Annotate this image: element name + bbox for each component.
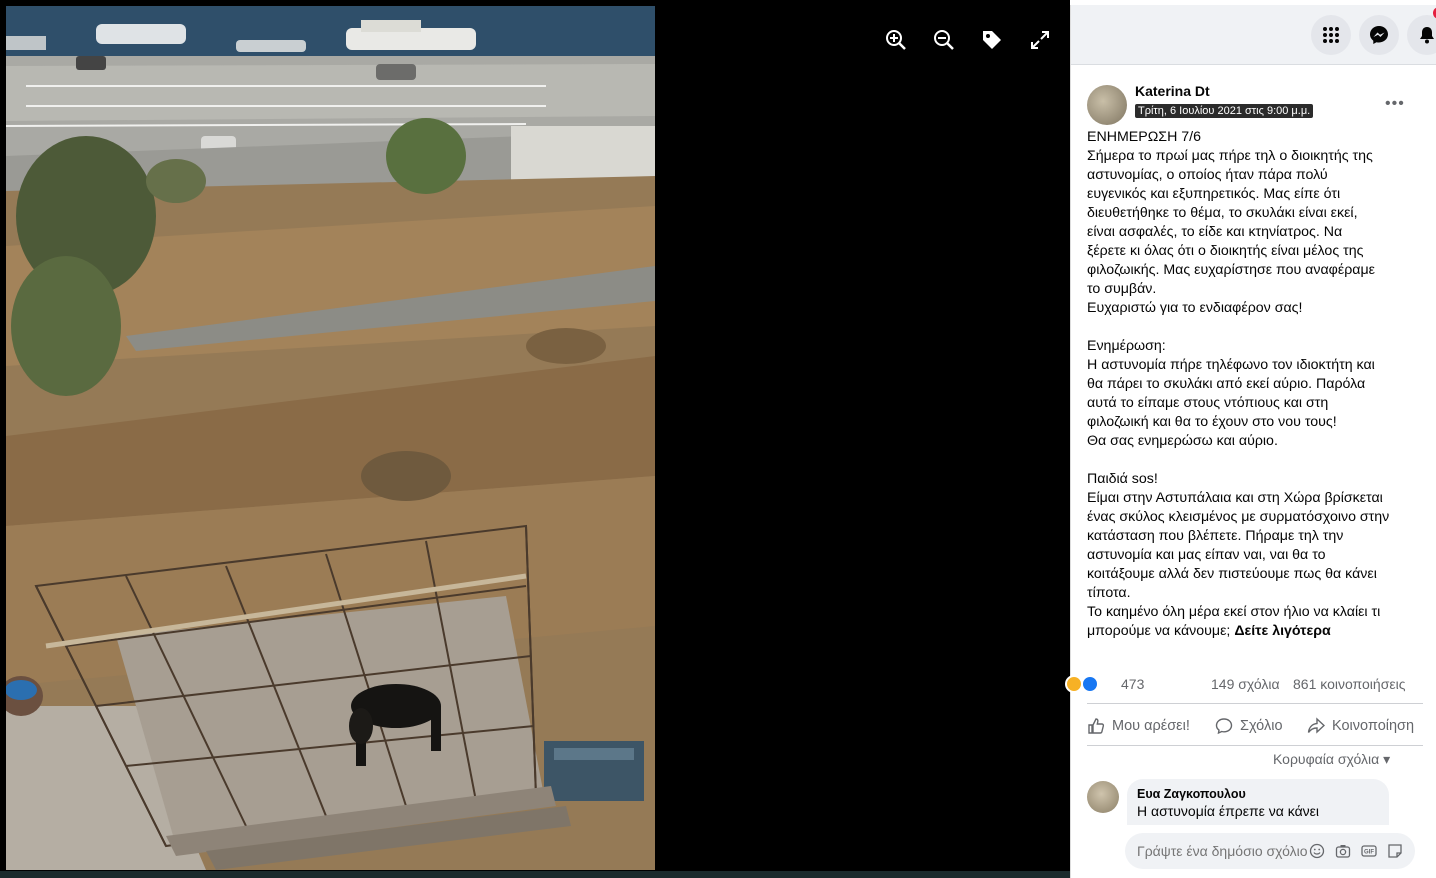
post-line: το συμβάν.: [1087, 281, 1157, 297]
tag-icon: [983, 31, 1001, 49]
photo-viewer: [0, 0, 1070, 878]
post-line: κοιτάξουμε αλλά δεν πιστεύουμε πως θα κά…: [1087, 566, 1377, 582]
comment-bubble: Ευα Ζαγκοπουλου Η αστυνομία έπρεπε να κά…: [1127, 779, 1389, 825]
camera-icon: [1335, 845, 1351, 858]
post-line: φιλοζωική και θα το έχουν στο νου τους!: [1087, 414, 1337, 430]
post-panel: Katerina Dt Τρίτη, 6 Ιουλίου 2021 στις 9…: [1065, 5, 1436, 878]
post-line: τίποτα.: [1087, 585, 1131, 601]
post-line: ένας σκύλος κλεισμένος με συρματόσχοινο …: [1087, 509, 1390, 525]
post-line: μπορούμε να κάνουμε;: [1087, 623, 1231, 639]
top-nav: [1071, 5, 1436, 65]
post-line: είναι ασφαλές, το είδε και κτηνίατρος. Ν…: [1087, 224, 1343, 240]
post-timestamp[interactable]: Τρίτη, 6 Ιουλίου 2021 στις 9:00 μ.μ.: [1135, 104, 1314, 118]
like-button[interactable]: Μου αρέσει!: [1087, 715, 1190, 737]
emoji-button[interactable]: [1309, 843, 1325, 859]
comment-input-box[interactable]: GIF: [1125, 833, 1415, 869]
share-count[interactable]: 861 κοινοποιήσεις: [1293, 676, 1405, 692]
photo-scene: [6, 6, 655, 870]
like-reaction-icon: [1081, 675, 1099, 693]
author-name[interactable]: Katerina Dt: [1135, 83, 1210, 99]
post-line: αστυνομία και μας είπαν ναι, ναι θα το: [1087, 547, 1326, 563]
zoom-in-button[interactable]: [884, 28, 908, 52]
taskbar-strip: [0, 871, 1070, 878]
more-options-button[interactable]: •••: [1385, 95, 1405, 113]
post-line: Θα σας ενημερώσω και αύριο.: [1087, 433, 1278, 449]
messenger-button[interactable]: [1359, 15, 1399, 55]
post-line: Είμαι στην Αστυπάλαια και στη Χώρα βρίσκ…: [1087, 490, 1383, 506]
post-line: ΕΝΗΜΕΡΩΣΗ 7/6: [1087, 129, 1201, 145]
reaction-count[interactable]: 473: [1121, 676, 1144, 692]
gif-button[interactable]: GIF: [1361, 843, 1377, 859]
divider: [1087, 745, 1423, 746]
post-line: Ευχαριστώ για το ενδιαφέρον σας!: [1087, 300, 1303, 316]
post-line: διευθετήθηκε το θέμα, το σκυλάκι είναι ε…: [1087, 205, 1358, 221]
photo-button[interactable]: [1335, 843, 1351, 859]
like-label: Μου αρέσει!: [1112, 718, 1190, 734]
comment-text: Η αστυνομία έπρεπε να κάνει: [1137, 803, 1320, 819]
post-line: φιλοζωικής. Μας ευχαρίστησε που αναφέραμ…: [1087, 262, 1375, 278]
bell-icon: [1420, 27, 1434, 44]
comment-sort-dropdown[interactable]: Κορυφαία σχόλια ▾: [1273, 751, 1390, 768]
post-line: αστυνομίας, ο οποίος ήταν πάρα πολύ: [1087, 167, 1328, 183]
svg-text:GIF: GIF: [1364, 850, 1374, 856]
author-avatar[interactable]: [1087, 85, 1127, 125]
emoji-icon: [1309, 843, 1325, 859]
see-less-link[interactable]: Δείτε λιγότερα: [1234, 623, 1330, 639]
share-icon: [1307, 717, 1325, 734]
fullscreen-button[interactable]: [1028, 28, 1052, 52]
comment-icon: [1215, 718, 1233, 735]
sticker-button[interactable]: [1387, 843, 1403, 859]
comment-author[interactable]: Ευα Ζαγκοπουλου: [1137, 787, 1246, 801]
tag-button[interactable]: [980, 28, 1004, 52]
post-line: [1087, 318, 1423, 337]
fullscreen-icon: [1031, 31, 1049, 49]
post-line: Ενημέρωση:: [1087, 338, 1166, 354]
comment-count[interactable]: 149 σχόλια: [1211, 676, 1280, 692]
zoom-out-button[interactable]: [932, 28, 956, 52]
post-line: Η αστυνομία πήρε τηλέφωνο τον ιδιοκτήτη …: [1087, 357, 1375, 373]
comment-button[interactable]: Σχόλιο: [1215, 715, 1283, 737]
post-text: ΕΝΗΜΕΡΩΣΗ 7/6 Σήμερα το πρωί μας πήρε τη…: [1087, 128, 1423, 641]
menu-button[interactable]: [1311, 15, 1351, 55]
post-line: Το καημένο όλη μέρα εκεί στον ήλιο να κλ…: [1087, 604, 1381, 620]
reaction-summary[interactable]: 473 149 σχόλια 861 κοινοποιήσεις: [1065, 675, 1436, 695]
post-line: θα πάρει το σκυλάκι από εκεί αύριο. Παρό…: [1087, 376, 1366, 392]
zoom-out-icon: [934, 30, 954, 50]
post-line: ευγενικός και εξυπηρετικός. Μας είπε ότι: [1087, 186, 1341, 202]
divider: [1087, 703, 1423, 704]
post-line: Παιδιά sos!: [1087, 471, 1158, 487]
share-label: Κοινοποίηση: [1332, 718, 1415, 734]
post-line: αυτά το είπαμε στους ντόπιους και στη: [1087, 395, 1329, 411]
comment-label: Σχόλιο: [1240, 718, 1283, 734]
share-button[interactable]: Κοινοποίηση: [1307, 715, 1414, 737]
post-line: Σήμερα το πρωί μας πήρε τηλ ο διοικητής …: [1087, 148, 1373, 164]
post-line: ξέρετε κι όλας ότι ο διοικητής είναι μέλ…: [1087, 243, 1364, 259]
zoom-in-icon: [886, 30, 906, 50]
commenter-avatar[interactable]: [1087, 781, 1119, 813]
post-last-line: μπορούμε να κάνουμε; Δείτε λιγότερα: [1087, 622, 1423, 641]
thumbs-up-icon: [1088, 718, 1105, 734]
gif-icon: GIF: [1361, 845, 1377, 857]
grid-menu-icon: [1323, 27, 1339, 43]
comment-input[interactable]: [1137, 833, 1307, 869]
post-line: κατάσταση που βλέπετε. Πήραμε τηλ την: [1087, 528, 1344, 544]
messenger-icon: [1370, 26, 1388, 44]
post-photo[interactable]: [6, 6, 655, 870]
notifications-button[interactable]: [1407, 15, 1436, 55]
post-line: [1087, 451, 1423, 470]
sticker-icon: [1388, 844, 1402, 858]
